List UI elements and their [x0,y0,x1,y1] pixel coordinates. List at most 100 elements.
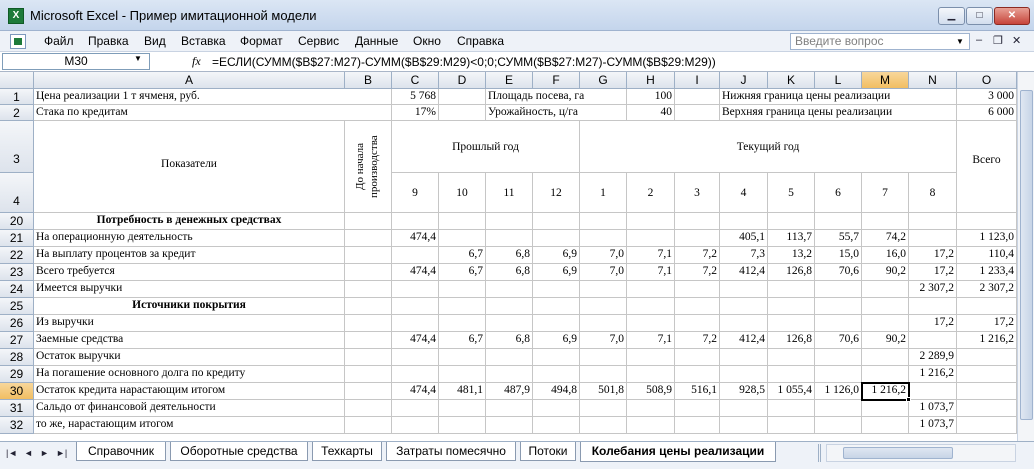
data-cell-d[interactable]: 6,7 [439,264,486,281]
data-cell-l[interactable] [815,349,862,366]
data-cell-b[interactable] [345,298,392,315]
data-cell-g[interactable] [580,417,627,434]
data-cell-g[interactable] [580,349,627,366]
data-cell-c[interactable]: 474,4 [392,383,439,400]
data-cell-e[interactable] [486,366,533,383]
data-cell-n[interactable]: 2 289,9 [909,349,957,366]
month-header[interactable]: 7 [862,173,909,213]
select-all-corner[interactable] [0,72,34,89]
data-cell-o[interactable]: 2 307,2 [957,281,1017,298]
data-cell-o[interactable] [957,349,1017,366]
data-cell-b[interactable] [345,247,392,264]
data-cell-i[interactable] [675,366,720,383]
data-cell-b[interactable] [345,417,392,434]
data-cell-k[interactable] [768,281,815,298]
data-cell-k[interactable]: 126,8 [768,332,815,349]
vertical-scrollbar[interactable] [1017,72,1034,441]
cell-empty[interactable] [439,105,486,121]
data-cell-k[interactable] [768,366,815,383]
data-cell-h[interactable]: 7,1 [627,247,675,264]
upper-bound-value[interactable]: 6 000 [957,105,1017,121]
data-cell-e[interactable] [486,417,533,434]
data-cell-i[interactable]: 7,2 [675,247,720,264]
menu-format[interactable]: Формат [240,34,283,48]
data-cell-g[interactable]: 7,0 [580,247,627,264]
data-cell-o[interactable] [957,383,1017,400]
menu-data[interactable]: Данные [355,34,398,48]
data-cell-i[interactable] [675,417,720,434]
column-header-h[interactable]: H [627,72,675,89]
tab-split-handle[interactable] [818,444,821,462]
data-cell-l[interactable] [815,298,862,315]
data-cell-n[interactable] [909,213,957,230]
first-sheet-icon[interactable]: |◄ [6,448,17,458]
lower-bound-value[interactable]: 3 000 [957,89,1017,105]
function-icon[interactable]: fx [192,54,201,69]
month-header[interactable]: 12 [533,173,580,213]
menu-window[interactable]: Окно [413,34,441,48]
data-cell-m[interactable] [862,400,909,417]
data-cell-f[interactable]: 494,8 [533,383,580,400]
data-cell-c[interactable] [392,213,439,230]
data-cell-k[interactable] [768,315,815,332]
data-cell-h[interactable]: 7,1 [627,264,675,281]
data-cell-n[interactable] [909,230,957,247]
workbook-close-button[interactable]: ✕ [1012,34,1021,47]
chevron-down-icon[interactable]: ▼ [956,37,964,46]
data-cell-l[interactable] [815,281,862,298]
data-cell-h[interactable] [627,213,675,230]
workbook-icon[interactable] [10,34,26,49]
data-cell-m[interactable]: 1 216,2 [862,383,909,400]
data-cell-e[interactable] [486,298,533,315]
column-header-e[interactable]: E [486,72,533,89]
data-cell-j[interactable] [720,400,768,417]
data-cell-j[interactable] [720,298,768,315]
cell-empty[interactable] [439,89,486,105]
row-header[interactable]: 21 [0,230,34,247]
data-cell-m[interactable] [862,213,909,230]
data-cell-m[interactable] [862,281,909,298]
data-cell-d[interactable] [439,400,486,417]
data-cell-l[interactable]: 55,7 [815,230,862,247]
row-label[interactable]: Из выручки [34,315,345,332]
cell-empty[interactable] [675,105,720,121]
data-cell-e[interactable]: 6,8 [486,332,533,349]
price-value[interactable]: 5 768 [392,89,439,105]
month-header[interactable]: 6 [815,173,862,213]
sheet-tab[interactable]: Техкарты [312,442,382,461]
row-label[interactable]: На операционную деятельность [34,230,345,247]
prev-sheet-icon[interactable]: ◄ [24,448,33,458]
formula-input[interactable]: =ЕСЛИ(СУММ($B$27:M27)-СУММ($B$29:M29)<0;… [212,55,716,69]
data-cell-k[interactable]: 126,8 [768,264,815,281]
data-cell-m[interactable]: 90,2 [862,332,909,349]
total-header[interactable]: Всего [957,121,1017,213]
data-cell-c[interactable]: 474,4 [392,332,439,349]
data-cell-o[interactable] [957,417,1017,434]
data-cell-l[interactable]: 1 126,0 [815,383,862,400]
column-header-l[interactable]: L [815,72,862,89]
data-cell-c[interactable]: 474,4 [392,264,439,281]
data-cell-e[interactable] [486,315,533,332]
sheet-tab[interactable]: Оборотные средства [170,442,308,461]
data-cell-j[interactable]: 7,3 [720,247,768,264]
row-header[interactable]: 31 [0,400,34,417]
data-cell-n[interactable]: 1 073,7 [909,400,957,417]
data-cell-l[interactable]: 70,6 [815,332,862,349]
data-cell-h[interactable]: 7,1 [627,332,675,349]
data-cell-o[interactable]: 1 216,2 [957,332,1017,349]
data-cell-h[interactable] [627,366,675,383]
data-cell-e[interactable] [486,349,533,366]
data-cell-b[interactable] [345,349,392,366]
data-cell-g[interactable]: 7,0 [580,264,627,281]
row-header[interactable]: 30 [0,383,34,400]
excel-icon[interactable]: X [8,8,24,24]
rate-value[interactable]: 17% [392,105,439,121]
data-cell-c[interactable] [392,349,439,366]
sheet-tab[interactable]: Затраты помесячно [386,442,516,461]
data-cell-f[interactable] [533,298,580,315]
before-production-header[interactable]: До начала производства [345,121,392,213]
prev-year-header[interactable]: Прошлый год [392,121,580,173]
data-cell-c[interactable]: 474,4 [392,230,439,247]
data-cell-h[interactable] [627,281,675,298]
data-cell-d[interactable] [439,315,486,332]
